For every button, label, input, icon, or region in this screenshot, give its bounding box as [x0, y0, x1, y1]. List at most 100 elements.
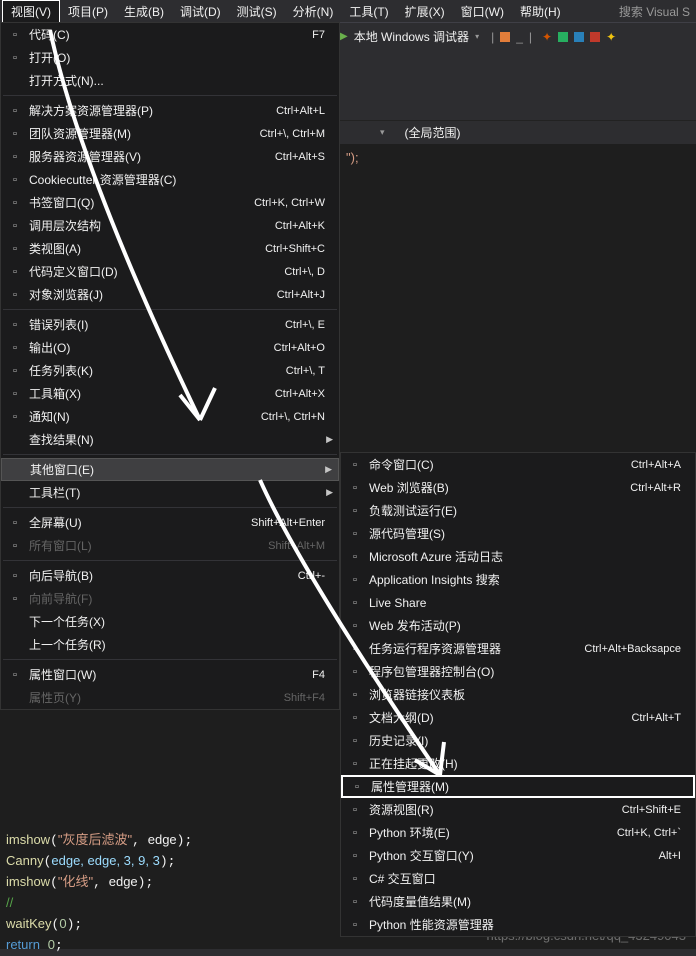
menu-separator — [3, 95, 337, 96]
menu-item[interactable]: ▫任务列表(K)Ctrl+\, T — [1, 359, 339, 382]
submenu-item[interactable]: ▫代码度量值结果(M) — [341, 890, 695, 913]
menu-item-label: 工具栏(T) — [25, 484, 331, 501]
menu-item[interactable]: 下一个任务(X) — [1, 610, 339, 633]
menu-item-shortcut: Ctrl+Alt+S — [275, 151, 331, 163]
submenu-item[interactable]: ▫Live Share — [341, 591, 695, 614]
menu-item[interactable]: ▫通知(N)Ctrl+\, Ctrl+N — [1, 405, 339, 428]
menu-item[interactable]: ▫调用层次结构Ctrl+Alt+K — [1, 214, 339, 237]
menu-item[interactable]: ▫解决方案资源管理器(P)Ctrl+Alt+L — [1, 99, 339, 122]
menu-item[interactable]: 打开方式(N)... — [1, 69, 339, 92]
menu-item[interactable]: ▫类视图(A)Ctrl+Shift+C — [1, 237, 339, 260]
menu-analyze[interactable]: 分析(N) — [285, 1, 342, 22]
submenu-item[interactable]: ▫任务运行程序资源管理器Ctrl+Alt+Backsapce — [341, 637, 695, 660]
toolbar-icon-3[interactable] — [558, 32, 568, 42]
menu-item[interactable]: ▫打开(O) — [1, 46, 339, 69]
submenu-item[interactable]: ▫历史记录(I) — [341, 729, 695, 752]
menu-item[interactable]: ▫Cookiecutter 资源管理器(C) — [1, 168, 339, 191]
scope-bar: ▾ (全局范围) — [340, 120, 696, 144]
menu-item-label: 输出(O) — [25, 339, 274, 356]
debugger-target[interactable]: 本地 Windows 调试器 — [354, 28, 469, 45]
menu-item[interactable]: 其他窗口(E)▶ — [1, 458, 339, 481]
submenu-item[interactable]: ▫Python 性能资源管理器 — [341, 913, 695, 936]
submenu-item-shortcut: Alt+I — [659, 850, 687, 862]
menu-build[interactable]: 生成(B) — [116, 1, 172, 22]
menu-item[interactable]: ▫全屏幕(U)Shift+Alt+Enter — [1, 511, 339, 534]
menu-item[interactable]: 工具栏(T)▶ — [1, 481, 339, 504]
menu-item-label: 打开方式(N)... — [25, 72, 331, 89]
submenu-item[interactable]: ▫文档大纲(D)Ctrl+Alt+T — [341, 706, 695, 729]
menu-item[interactable]: ▫代码(C)F7 — [1, 23, 339, 46]
toolbar-icon-6[interactable]: ✦ — [606, 30, 616, 44]
code-text: edge, edge, 3, 9, 3 — [51, 853, 159, 868]
menu-item-label: 代码定义窗口(D) — [25, 263, 284, 280]
code-text: edge — [148, 832, 177, 847]
menu-item-label: 其他窗口(E) — [26, 461, 330, 478]
task-runner-icon: ▫ — [345, 641, 365, 657]
submenu-item-shortcut: Ctrl+K, Ctrl+` — [617, 827, 687, 839]
submenu-item[interactable]: ▫Microsoft Azure 活动日志 — [341, 545, 695, 568]
blank-icon — [5, 485, 25, 501]
menu-item-label: 工具箱(X) — [25, 385, 275, 402]
menu-tools[interactable]: 工具(T) — [341, 1, 396, 22]
menu-debug[interactable]: 调试(D) — [172, 1, 229, 22]
menu-item[interactable]: ▫团队资源管理器(M)Ctrl+\, Ctrl+M — [1, 122, 339, 145]
submenu-item[interactable]: ▫负载测试运行(E) — [341, 499, 695, 522]
menu-project[interactable]: 项目(P) — [60, 1, 116, 22]
submenu-item[interactable]: ▫Web 浏览器(B)Ctrl+Alt+R — [341, 476, 695, 499]
toolbox-icon: ▫ — [5, 386, 25, 402]
menu-item-label: 属性页(Y) — [25, 689, 284, 706]
menu-item[interactable]: ▫对象浏览器(J)Ctrl+Alt+J — [1, 283, 339, 306]
notifications-icon: ▫ — [5, 409, 25, 425]
code-text: 0 — [59, 916, 66, 931]
menu-window[interactable]: 窗口(W) — [453, 1, 512, 22]
submenu-item[interactable]: ▫Python 环境(E)Ctrl+K, Ctrl+` — [341, 821, 695, 844]
code-text: "灰度后滤波" — [58, 832, 132, 847]
submenu-item[interactable]: ▫C# 交互窗口 — [341, 867, 695, 890]
menu-view[interactable]: 视图(V) — [2, 0, 60, 23]
object-browser-icon: ▫ — [5, 287, 25, 303]
submenu-item[interactable]: ▫Web 发布活动(P) — [341, 614, 695, 637]
menu-item[interactable]: ▫代码定义窗口(D)Ctrl+\, D — [1, 260, 339, 283]
submenu-item[interactable]: ▫Python 交互窗口(Y)Alt+I — [341, 844, 695, 867]
cmd-icon: ▫ — [345, 457, 365, 473]
submenu-item[interactable]: ▫源代码管理(S) — [341, 522, 695, 545]
toolbar-icon-4[interactable] — [574, 32, 584, 42]
menu-item-shortcut: Ctrl+\, E — [285, 319, 331, 331]
menu-item[interactable]: ▫输出(O)Ctrl+Alt+O — [1, 336, 339, 359]
menu-item-label: 代码(C) — [25, 26, 312, 43]
toolbar-icon-1[interactable] — [500, 32, 510, 42]
toolbar-icon-5[interactable] — [590, 32, 600, 42]
visual-studio-search[interactable]: 搜索 Visual S — [613, 1, 696, 22]
submenu-item-label: 负载测试运行(E) — [365, 502, 687, 519]
menu-test[interactable]: 测试(S) — [229, 1, 285, 22]
menu-extensions[interactable]: 扩展(X) — [397, 1, 453, 22]
menu-help[interactable]: 帮助(H) — [512, 1, 569, 22]
menu-item-shortcut: F4 — [312, 669, 331, 681]
menu-item[interactable]: 查找结果(N)▶ — [1, 428, 339, 451]
menu-item-label: 对象浏览器(J) — [25, 286, 277, 303]
submenu-item[interactable]: ▫命令窗口(C)Ctrl+Alt+A — [341, 453, 695, 476]
submenu-item[interactable]: ▫属性管理器(M) — [341, 775, 695, 798]
dropdown-arrow-icon[interactable]: ▾ — [475, 32, 479, 41]
submenu-item[interactable]: ▫正在挂起更改(H) — [341, 752, 695, 775]
menu-item-label: 任务列表(K) — [25, 362, 286, 379]
toolbar-icon-2[interactable]: ✦ — [542, 30, 552, 44]
other-windows-submenu: ▫命令窗口(C)Ctrl+Alt+A▫Web 浏览器(B)Ctrl+Alt+R▫… — [340, 452, 696, 937]
menu-item[interactable]: 上一个任务(R) — [1, 633, 339, 656]
code-text: waitKey — [6, 916, 52, 931]
submenu-item[interactable]: ▫浏览器链接仪表板 — [341, 683, 695, 706]
menu-item[interactable]: ▫服务器资源管理器(V)Ctrl+Alt+S — [1, 145, 339, 168]
menu-item[interactable]: ▫工具箱(X)Ctrl+Alt+X — [1, 382, 339, 405]
pending-icon: ▫ — [345, 756, 365, 772]
menu-item[interactable]: ▫错误列表(I)Ctrl+\, E — [1, 313, 339, 336]
code-text: // — [6, 895, 13, 910]
submenu-item[interactable]: ▫Application Insights 搜索 — [341, 568, 695, 591]
menu-item[interactable]: ▫向后导航(B)Ctrl+- — [1, 564, 339, 587]
submenu-item[interactable]: ▫资源视图(R)Ctrl+Shift+E — [341, 798, 695, 821]
scope-dropdown-arrow[interactable]: ▾ — [380, 127, 385, 138]
scope-label[interactable]: (全局范围) — [405, 124, 461, 141]
menu-item-shortcut: Ctrl+- — [298, 570, 331, 582]
submenu-item[interactable]: ▫程序包管理器控制台(O) — [341, 660, 695, 683]
menu-item[interactable]: ▫属性窗口(W)F4 — [1, 663, 339, 686]
menu-item[interactable]: ▫书签窗口(Q)Ctrl+K, Ctrl+W — [1, 191, 339, 214]
